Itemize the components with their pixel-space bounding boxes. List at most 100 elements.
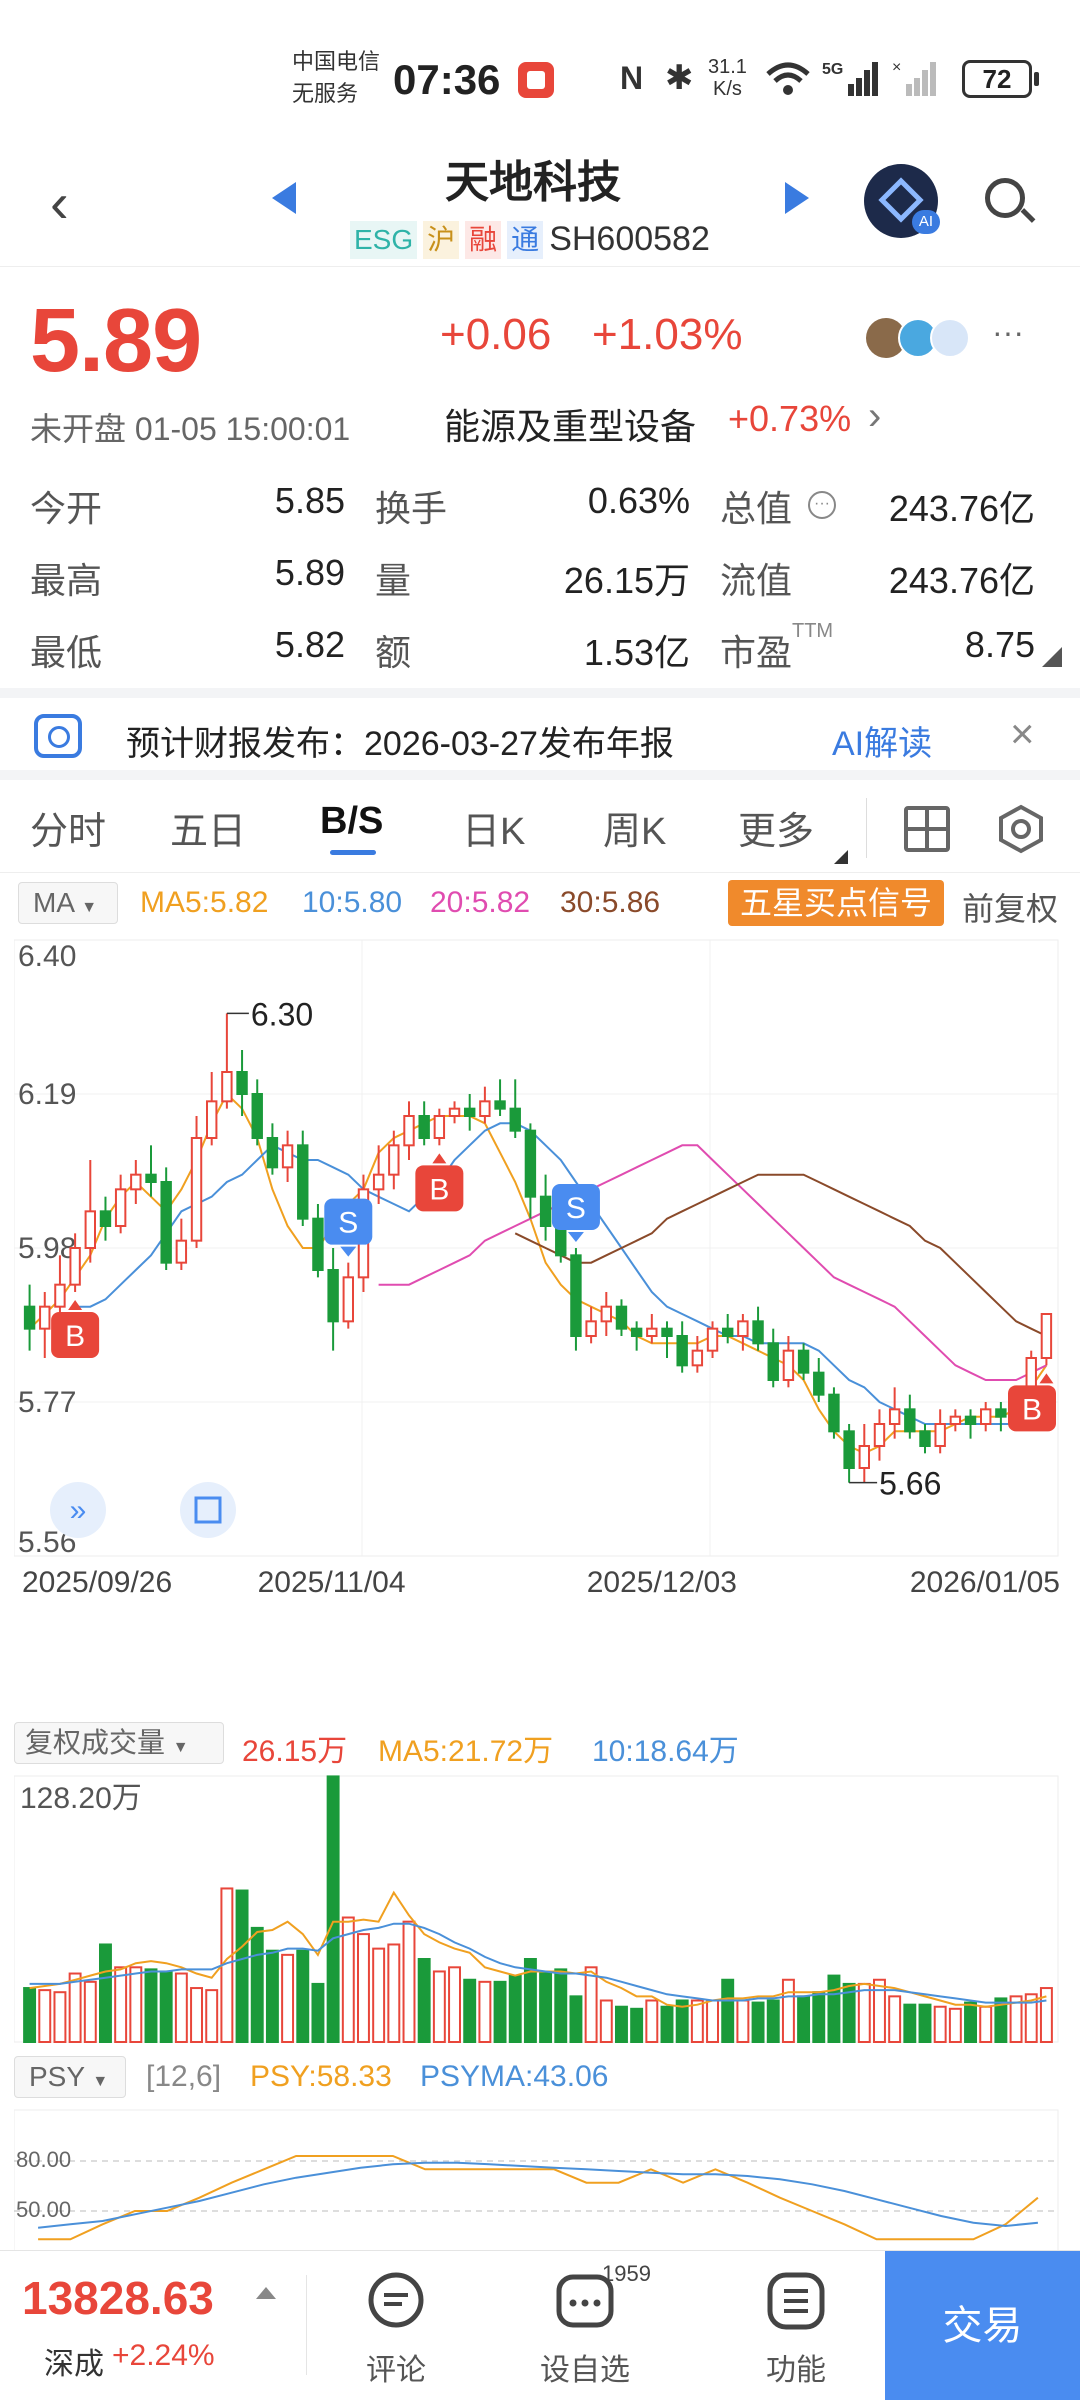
candle-body — [251, 1093, 263, 1139]
layout-grid-icon[interactable] — [904, 806, 950, 852]
chevron-right-icon[interactable]: › — [868, 394, 881, 439]
tab-intraday[interactable]: 分时 — [30, 800, 106, 855]
ai-assistant-icon[interactable]: AI — [864, 164, 940, 238]
candle-body — [888, 1408, 901, 1426]
volume-bar — [174, 1972, 188, 2043]
prev-stock-icon[interactable] — [272, 182, 296, 214]
candlestick-chart[interactable]: 6.406.195.985.775.566.305.66BSBSB2025/09… — [14, 930, 1066, 1666]
search-icon[interactable] — [985, 178, 1025, 218]
next-stock-icon[interactable] — [785, 182, 809, 214]
nav-function[interactable]: 功能 — [726, 2345, 866, 2389]
avatar[interactable] — [930, 318, 970, 358]
sector-change[interactable]: +0.73% — [728, 398, 851, 440]
tag-esg[interactable]: ESG — [350, 220, 418, 259]
volume-ma10: 10:18.64万 — [592, 1735, 739, 1768]
stat-value-pe: 8.75 — [964, 624, 1035, 665]
svg-text:×: × — [892, 59, 901, 76]
stat-label-high: 最高 — [30, 560, 103, 601]
volume-bar — [615, 2005, 628, 2043]
candle-body — [964, 1415, 977, 1425]
psy-line-psy — [38, 2155, 1039, 2241]
back-arrow-icon[interactable]: ‹ — [50, 170, 69, 235]
tab-weekly-k[interactable]: 周K — [603, 800, 666, 855]
stat-value-amount: 1.53亿 — [583, 632, 690, 673]
volume-chart[interactable]: 128.20万 — [14, 1772, 1066, 2050]
candle-body — [722, 1327, 734, 1337]
candle-body — [752, 1320, 764, 1345]
ai-interpret-link[interactable]: AI解读 — [832, 716, 932, 765]
candle-body — [919, 1430, 931, 1448]
candle-body — [160, 1181, 172, 1264]
psy-selector[interactable]: PSY ▼ — [14, 2056, 126, 2098]
x-tick-label: 2025/12/03 — [587, 1566, 737, 1599]
x-tick-label: 2026/01/05 — [910, 1566, 1060, 1599]
sell-signal-arrow — [567, 1232, 584, 1242]
expand-corner-icon[interactable] — [1042, 647, 1062, 667]
tag-sh[interactable]: 沪 — [423, 220, 460, 259]
adjust-mode[interactable]: 前复权 — [962, 884, 1058, 930]
volume-bar — [402, 1920, 416, 2043]
volume-bar — [645, 1999, 659, 2043]
market-status: 未开盘 01-05 15:00:01 — [30, 411, 351, 447]
candle-body — [934, 1423, 946, 1447]
volume-bar — [478, 1980, 492, 2044]
candle-body — [312, 1217, 324, 1271]
volume-bar — [630, 2007, 644, 2043]
y-max-label: 128.20万 — [20, 1782, 142, 1815]
ma-selector[interactable]: MA ▼ — [18, 882, 118, 924]
close-icon[interactable]: × — [1010, 710, 1035, 758]
index-change[interactable]: +2.24% — [112, 2339, 215, 2373]
candle-body — [130, 1173, 142, 1191]
candle-body — [281, 1144, 294, 1169]
trade-button[interactable]: 交易 — [885, 2251, 1080, 2400]
signal-badge[interactable]: 五星买点信号 — [728, 880, 945, 926]
ma30-value: 30:5.86 — [560, 886, 661, 919]
stat-value-market-cap: 243.76亿 — [888, 488, 1035, 529]
candle-body — [980, 1408, 992, 1426]
nav-add-watchlist[interactable]: 设自选 — [515, 2345, 655, 2389]
earnings-banner[interactable]: 预计财报发布：2026-03-27发布年报 AI解读 × — [0, 688, 1080, 780]
info-icon[interactable]: ··· — [808, 491, 836, 519]
volume-bar — [569, 1995, 583, 2043]
calendar-icon — [34, 714, 82, 758]
volume-selector[interactable]: 复权成交量 ▼ — [14, 1722, 224, 1764]
tab-bs[interactable]: B/S — [320, 800, 383, 843]
candle-body — [145, 1173, 157, 1184]
candle-body — [221, 1071, 233, 1103]
stat-label-market-cap: 总值 — [720, 488, 793, 529]
psy-chart[interactable]: 80.00 50.00 — [14, 2106, 1066, 2250]
index-expand-icon[interactable] — [256, 2287, 276, 2299]
tab-more[interactable]: 更多 — [738, 800, 814, 855]
low-label: 5.66 — [879, 1466, 941, 1502]
stat-label-turnover: 换手 — [375, 488, 448, 529]
tab-five-day[interactable]: 五日 — [170, 800, 246, 855]
candle-body — [236, 1071, 248, 1095]
volume-bar — [599, 1999, 613, 2043]
volume-bar — [387, 1943, 401, 2043]
candle-body — [190, 1137, 203, 1242]
more-icon[interactable]: ··· — [992, 314, 1024, 351]
volume-bar — [888, 1995, 902, 2043]
tag-connect[interactable]: 通 — [507, 220, 544, 259]
volume-bar — [144, 1968, 158, 2043]
function-menu-icon[interactable] — [766, 2271, 826, 2331]
candle-body — [403, 1115, 415, 1147]
stat-value-turnover: 0.63% — [587, 480, 690, 521]
tag-margin[interactable]: 融 — [465, 220, 502, 259]
index-name[interactable]: 深成 — [44, 2339, 104, 2383]
volume-bar — [281, 1953, 295, 2044]
comment-icon[interactable] — [366, 2271, 426, 2331]
candle-body — [297, 1144, 309, 1220]
volume-bar — [903, 2003, 917, 2043]
volume-bar — [797, 1995, 811, 2043]
index-value[interactable]: 13828.63 — [22, 2271, 214, 2325]
candle-body — [266, 1137, 279, 1169]
stat-label-amount: 额 — [375, 632, 412, 673]
tab-daily-k[interactable]: 日K — [462, 800, 525, 855]
volume-bar — [857, 1982, 871, 2043]
candle-body — [539, 1195, 552, 1227]
nav-comment[interactable]: 评论 — [326, 2345, 466, 2389]
net-speed-value: 31.1 — [708, 56, 747, 78]
sector-name[interactable]: 能源及重型设备 — [444, 398, 696, 450]
settings-icon[interactable] — [996, 804, 1046, 854]
